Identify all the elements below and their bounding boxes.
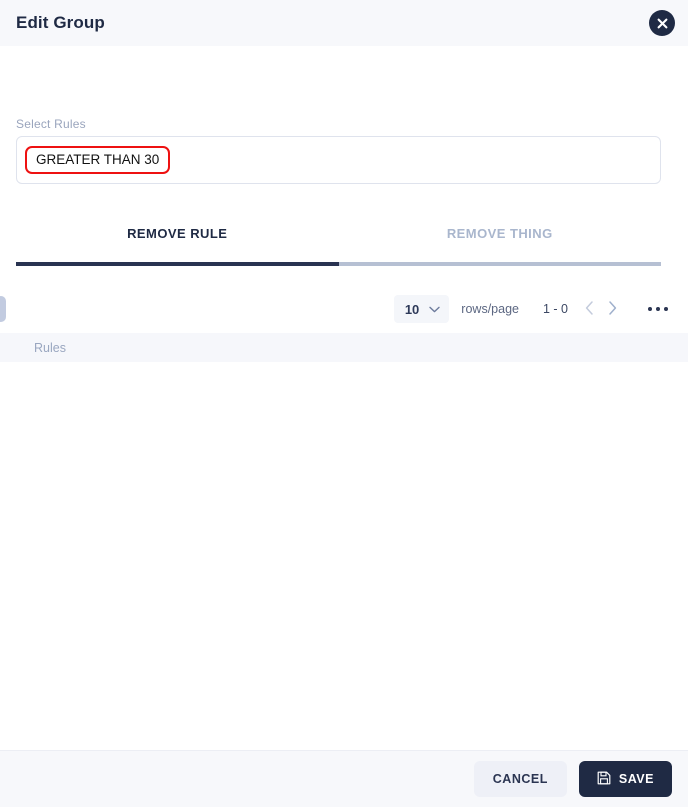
cancel-button[interactable]: CANCEL <box>473 761 567 797</box>
table-header-row: Rules <box>0 333 688 362</box>
dialog-header: Edit Group <box>0 0 688 46</box>
table-body <box>0 362 688 750</box>
close-icon <box>657 18 668 29</box>
save-button-label: SAVE <box>618 772 654 786</box>
left-edge-handle[interactable] <box>0 296 6 322</box>
tab-underline <box>16 262 661 266</box>
tab-underline-inactive <box>338 262 661 266</box>
save-disk-icon <box>597 771 611 788</box>
tab-bar: REMOVE RULE REMOVE THING <box>16 226 661 255</box>
close-button[interactable] <box>649 10 675 36</box>
save-button[interactable]: SAVE <box>578 761 672 797</box>
edit-group-dialog: Edit Group Select Rules GREATER THAN 30 … <box>0 0 688 807</box>
selected-rule-chip[interactable]: GREATER THAN 30 <box>25 145 171 175</box>
table-toolbar: 10 rows/page 1 - 0 <box>0 291 688 327</box>
select-rules-input[interactable]: GREATER THAN 30 <box>16 136 661 184</box>
column-header-rules: Rules <box>34 340 66 355</box>
previous-page-button[interactable] <box>578 300 601 318</box>
select-rules-label: Select Rules <box>16 117 86 131</box>
dialog-footer: CANCEL SAVE <box>0 750 688 807</box>
rows-per-page-select[interactable]: 10 <box>393 295 450 323</box>
dialog-body: Select Rules GREATER THAN 30 REMOVE RULE… <box>0 46 688 750</box>
ellipsis-horizontal-icon[interactable] <box>646 301 670 317</box>
next-page-button[interactable] <box>601 300 624 318</box>
rows-per-page-label: rows/page <box>461 302 519 316</box>
tab-underline-active <box>16 262 339 266</box>
chevron-left-icon <box>585 300 594 318</box>
chevron-down-icon <box>429 300 440 318</box>
dialog-title: Edit Group <box>16 13 105 32</box>
rows-per-page-value: 10 <box>404 301 420 317</box>
chevron-right-icon <box>608 300 617 318</box>
pagination-range: 1 - 0 <box>542 302 568 316</box>
tab-remove-thing[interactable]: REMOVE THING <box>339 226 662 255</box>
tab-remove-rule[interactable]: REMOVE RULE <box>16 226 339 255</box>
